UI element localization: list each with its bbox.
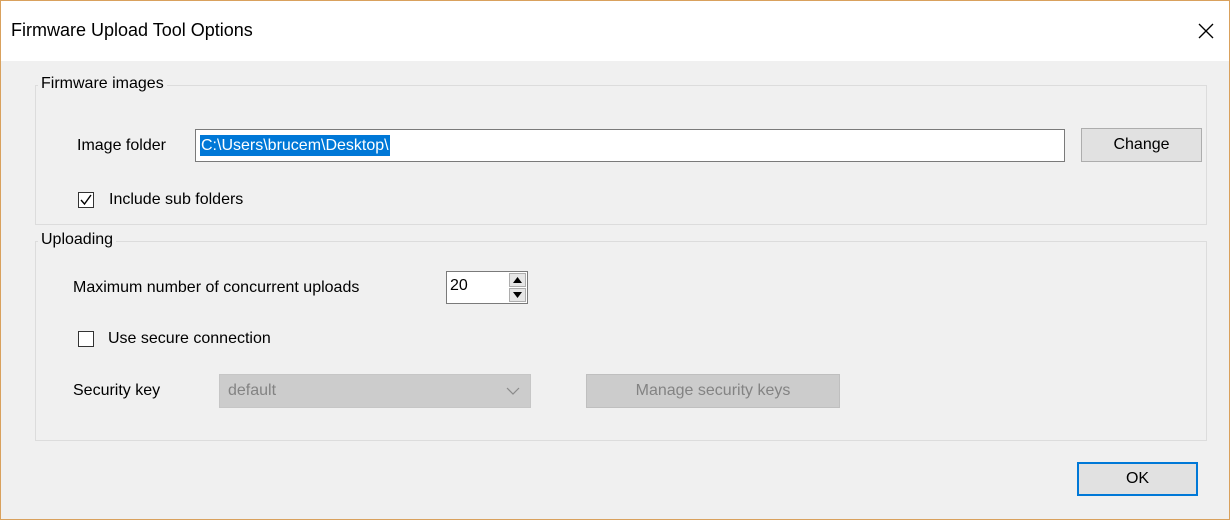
close-icon — [1198, 23, 1214, 39]
image-folder-input[interactable]: C:\Users\brucem\Desktop\ — [195, 129, 1065, 162]
max-uploads-value: 20 — [450, 277, 468, 294]
security-key-value: default — [228, 382, 277, 399]
max-uploads-stepper[interactable]: 20 — [446, 271, 528, 304]
image-folder-label: Image folder — [77, 137, 166, 154]
firmware-images-legend: Firmware images — [38, 75, 167, 93]
include-sub-folders-label[interactable]: Include sub folders — [109, 191, 243, 209]
secure-connection-label[interactable]: Use secure connection — [108, 330, 271, 348]
manage-security-keys-button[interactable]: Manage security keys — [586, 374, 840, 408]
include-sub-folders-checkbox[interactable] — [78, 192, 94, 208]
chevron-down-icon — [506, 387, 520, 395]
secure-connection-checkbox[interactable] — [78, 331, 94, 347]
image-folder-value: C:\Users\brucem\Desktop\ — [200, 135, 390, 156]
spin-down-button[interactable] — [509, 288, 526, 302]
spin-up-button[interactable] — [509, 273, 526, 287]
title-bar: Firmware Upload Tool Options — [1, 1, 1229, 61]
change-button[interactable]: Change — [1081, 128, 1202, 162]
ok-button[interactable]: OK — [1077, 462, 1198, 496]
options-dialog: Firmware Upload Tool Options Firmware im… — [0, 0, 1230, 520]
max-uploads-label: Maximum number of concurrent uploads — [73, 279, 360, 296]
close-button[interactable] — [1183, 1, 1229, 61]
checkmark-icon — [80, 194, 92, 206]
arrow-up-icon — [513, 277, 522, 283]
window-title: Firmware Upload Tool Options — [11, 20, 253, 40]
security-key-label: Security key — [73, 382, 161, 399]
arrow-down-icon — [513, 292, 522, 298]
security-key-select[interactable]: default — [219, 374, 531, 408]
uploading-legend: Uploading — [38, 231, 117, 249]
